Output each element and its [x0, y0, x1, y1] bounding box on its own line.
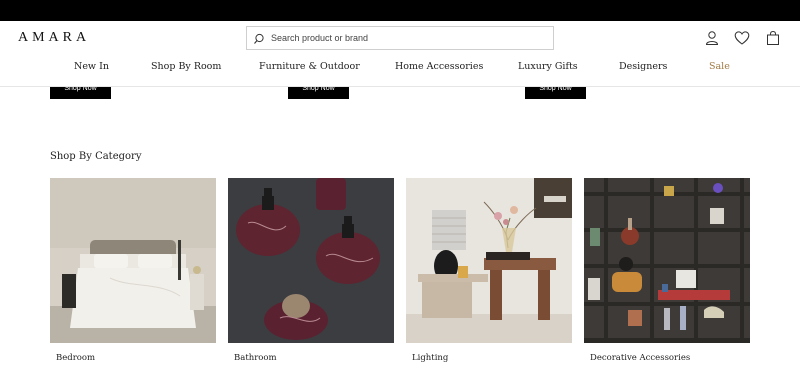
category-label-bedroom[interactable]: Bedroom: [56, 353, 95, 363]
bathroom-image[interactable]: [228, 178, 394, 343]
search-icon[interactable]: [253, 32, 265, 44]
category-card-bathroom[interactable]: Bathroom: [228, 178, 394, 366]
category-card-bedroom[interactable]: Bedroom: [50, 178, 216, 366]
bedroom-image[interactable]: [50, 178, 216, 343]
nav-item-furniture-outdoor[interactable]: Furniture & Outdoor: [259, 61, 360, 72]
category-label-bathroom[interactable]: Bathroom: [234, 353, 277, 363]
shop-now-button[interactable]: Shop Now: [50, 87, 111, 99]
search-input[interactable]: [271, 33, 541, 43]
site-header: AMARA New In Shop By Room Furniture & Ou…: [0, 21, 800, 87]
nav-item-luxury-gifts[interactable]: Luxury Gifts: [518, 61, 578, 72]
category-card-decorative-accessories[interactable]: Decorative Accessories: [584, 178, 750, 366]
category-card-lighting[interactable]: Lighting: [406, 178, 572, 366]
category-label-decorative-accessories[interactable]: Decorative Accessories: [590, 353, 690, 363]
main-navigation: New In Shop By Room Furniture & Outdoor …: [0, 61, 800, 77]
shop-now-button[interactable]: Shop Now: [525, 87, 586, 99]
nav-item-designers[interactable]: Designers: [619, 61, 667, 72]
section-title: Shop By Category: [50, 151, 142, 162]
search-box[interactable]: [246, 26, 554, 50]
brand-logo[interactable]: AMARA: [18, 30, 90, 46]
nav-item-new-in[interactable]: New In: [74, 61, 109, 72]
nav-item-shop-by-room[interactable]: Shop By Room: [151, 61, 221, 72]
heart-icon[interactable]: [734, 30, 750, 46]
decorative-accessories-image[interactable]: [584, 178, 750, 343]
nav-item-home-accessories[interactable]: Home Accessories: [395, 61, 483, 72]
announcement-bar: [0, 0, 800, 21]
category-label-lighting[interactable]: Lighting: [412, 353, 448, 363]
shop-now-button[interactable]: Shop Now: [288, 87, 349, 99]
nav-item-sale[interactable]: Sale: [709, 61, 730, 72]
lighting-image[interactable]: [406, 178, 572, 343]
account-icon[interactable]: [704, 30, 720, 46]
shopping-bag-icon[interactable]: [765, 30, 781, 46]
